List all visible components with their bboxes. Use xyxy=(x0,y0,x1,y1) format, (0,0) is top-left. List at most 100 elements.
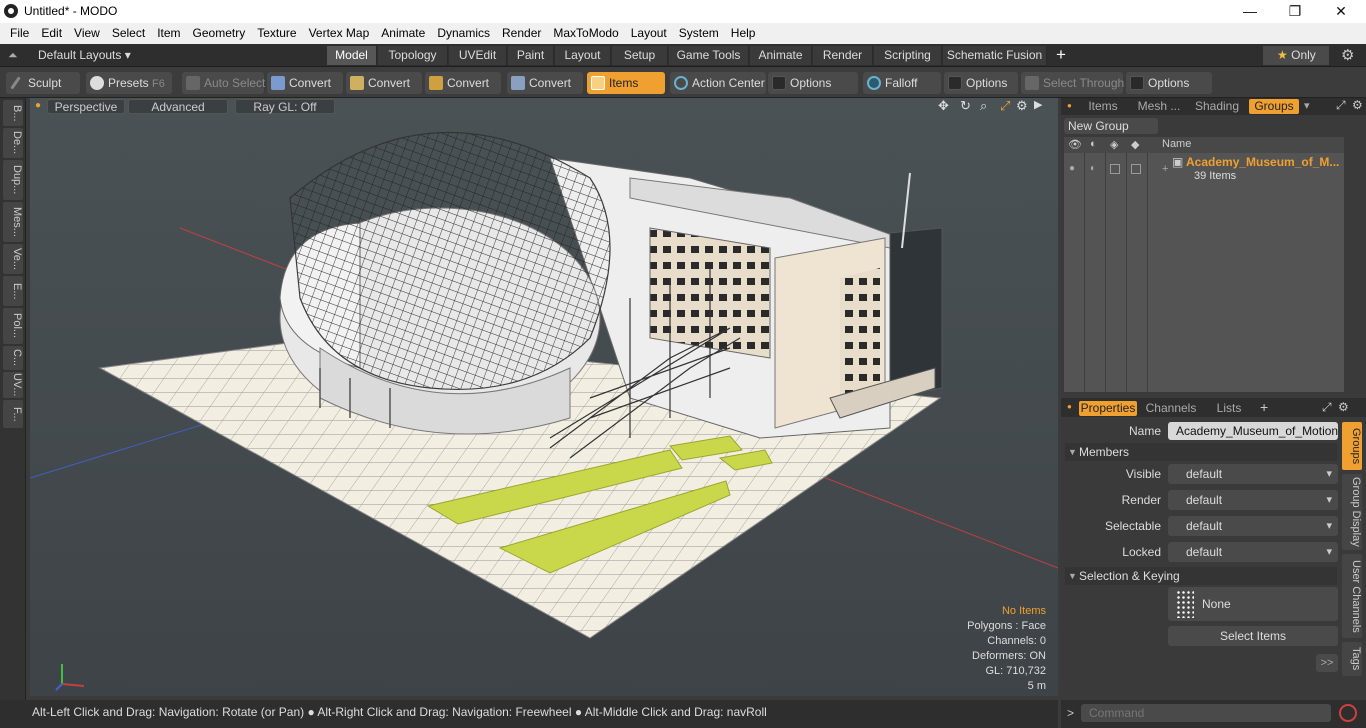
vtab-user-channels[interactable]: User Channels xyxy=(1342,554,1362,638)
select-through-button[interactable]: Select Through xyxy=(1021,72,1124,94)
select-items-button[interactable]: Select Items xyxy=(1168,626,1338,646)
viewport-gear-icon[interactable]: ⚙ xyxy=(1016,98,1028,114)
tab-scripting[interactable]: Scripting xyxy=(874,46,942,65)
row-eye-icon[interactable]: ● xyxy=(1069,163,1075,174)
tabs-dropdown-icon[interactable]: ▾ xyxy=(1304,99,1310,112)
menu-edit[interactable]: Edit xyxy=(35,23,68,44)
falloff-button[interactable]: Falloff xyxy=(863,72,941,94)
left-tab-deform[interactable]: De... xyxy=(3,128,23,158)
menu-dynamics[interactable]: Dynamics xyxy=(431,23,496,44)
selectable-dropdown[interactable]: default xyxy=(1168,516,1338,536)
minimize-button[interactable]: — xyxy=(1240,2,1260,20)
add-tab-button[interactable]: + xyxy=(1260,399,1268,415)
action-center-button[interactable]: Action Center xyxy=(670,72,766,94)
menu-geometry[interactable]: Geometry xyxy=(187,23,252,44)
tab-mesh[interactable]: Mesh ... xyxy=(1131,99,1187,114)
group-name[interactable]: Academy_Museum_of_M... xyxy=(1186,155,1339,169)
left-tab-edge[interactable]: E... xyxy=(3,276,23,306)
menu-select[interactable]: Select xyxy=(106,23,151,44)
view-perspective-button[interactable]: Perspective xyxy=(47,99,125,114)
pan-icon[interactable]: ✥ xyxy=(938,98,949,114)
fit-icon[interactable]: ⤢ xyxy=(1000,98,1010,114)
tab-animate[interactable]: Animate xyxy=(750,46,812,65)
advanced-shading-button[interactable]: Advanced xyxy=(128,99,228,114)
add-tab-button[interactable]: + xyxy=(1056,45,1066,65)
record-icon[interactable] xyxy=(1339,704,1357,722)
command-input[interactable] xyxy=(1081,704,1331,722)
tab-setup[interactable]: Setup xyxy=(612,46,668,65)
left-tab-basic[interactable]: B... xyxy=(3,100,23,126)
layout-arrow-icon[interactable]: ⏶ xyxy=(8,48,18,63)
menu-view[interactable]: View xyxy=(68,23,106,44)
items-button[interactable]: Items xyxy=(587,72,665,94)
render-icon[interactable]: ◐ xyxy=(1090,138,1097,150)
menu-maxtomodo[interactable]: MaxToModo xyxy=(547,23,624,44)
maximize-button[interactable]: ❐ xyxy=(1285,2,1305,20)
lock-icon[interactable]: ◈ xyxy=(1110,138,1118,151)
left-tab-fusion[interactable]: F... xyxy=(3,400,23,428)
menu-item[interactable]: Item xyxy=(151,23,186,44)
auto-select-button[interactable]: Auto Select xyxy=(182,72,265,94)
menu-help[interactable]: Help xyxy=(725,23,762,44)
none-selection-button[interactable]: None xyxy=(1168,587,1338,621)
tab-shading[interactable]: Shading xyxy=(1191,99,1243,114)
left-tab-vertex[interactable]: Ve... xyxy=(3,244,23,274)
vtab-tags[interactable]: Tags xyxy=(1342,642,1362,676)
visible-dropdown[interactable]: default xyxy=(1168,464,1338,484)
raygl-button[interactable]: Ray GL: Off xyxy=(235,99,335,114)
panel-expand-icon[interactable]: ⤢ xyxy=(1322,400,1332,415)
left-tab-mesh-edit[interactable]: Mes... xyxy=(3,202,23,242)
tab-groups[interactable]: Groups xyxy=(1249,99,1299,114)
options-button-1[interactable]: Options xyxy=(768,72,858,94)
tab-items[interactable]: Items xyxy=(1081,99,1125,114)
menu-render[interactable]: Render xyxy=(496,23,547,44)
options-button-2[interactable]: Options xyxy=(944,72,1018,94)
only-toggle[interactable]: ★ Only xyxy=(1263,46,1329,65)
tab-paint[interactable]: Paint xyxy=(508,46,554,65)
panel-gear-icon[interactable]: ⚙ xyxy=(1352,98,1363,112)
menu-layout[interactable]: Layout xyxy=(625,23,673,44)
gear-icon[interactable]: ⚙ xyxy=(1341,46,1354,64)
left-tab-polygon[interactable]: Pol... xyxy=(3,308,23,344)
vtab-groups[interactable]: Groups xyxy=(1342,422,1362,470)
menu-texture[interactable]: Texture xyxy=(251,23,302,44)
locked-dropdown[interactable]: default xyxy=(1168,542,1338,562)
selection-keying-section[interactable]: ▼ Selection & Keying xyxy=(1065,567,1337,585)
group-row[interactable]: ● ◐ + ▣ Academy_Museum_of_M... 39 Items xyxy=(1064,155,1344,185)
menu-system[interactable]: System xyxy=(673,23,725,44)
viewport-dot-icon[interactable]: ● xyxy=(35,100,41,111)
menu-file[interactable]: File xyxy=(4,23,35,44)
row-render-icon[interactable]: ◐ xyxy=(1090,163,1096,174)
tab-channels[interactable]: Channels xyxy=(1143,401,1199,416)
tab-lists[interactable]: Lists xyxy=(1206,401,1252,416)
options-button-3[interactable]: Options xyxy=(1126,72,1212,94)
tab-render[interactable]: Render xyxy=(813,46,873,65)
expand-plus-icon[interactable]: + xyxy=(1162,163,1168,175)
visibility-eye-icon[interactable]: 👁 xyxy=(1068,138,1082,151)
sculpt-button[interactable]: Sculpt xyxy=(6,72,80,94)
name-column-header[interactable]: Name xyxy=(1162,138,1191,150)
tab-layout[interactable]: Layout xyxy=(555,46,611,65)
presets-button[interactable]: Presets F6 xyxy=(86,72,172,94)
left-tab-duplicate[interactable]: Dup... xyxy=(3,160,23,200)
tab-schematic-fusion[interactable]: Schematic Fusion xyxy=(943,46,1047,65)
default-layouts-dropdown[interactable]: Default Layouts ▾ xyxy=(38,48,131,62)
rotate-icon[interactable]: ↻ xyxy=(960,98,971,114)
menu-vertex-map[interactable]: Vertex Map xyxy=(303,23,376,44)
convert-button-1[interactable]: Convert xyxy=(267,72,343,94)
zoom-icon[interactable]: ⌕ xyxy=(980,98,987,114)
viewport-expand-icon[interactable]: ▶ xyxy=(1034,98,1042,111)
convert-button-4[interactable]: Convert xyxy=(507,72,583,94)
3d-viewport[interactable]: ● Perspective Advanced Ray GL: Off ✥ ↻ ⌕… xyxy=(30,98,1058,696)
expand-more-button[interactable]: >> xyxy=(1316,654,1338,672)
render-dropdown[interactable]: default xyxy=(1168,490,1338,510)
new-group-button[interactable]: New Group xyxy=(1064,118,1158,134)
tab-model[interactable]: Model xyxy=(327,46,377,65)
row-select-checkbox[interactable] xyxy=(1131,164,1141,174)
tab-uvedit[interactable]: UVEdit xyxy=(449,46,507,65)
convert-button-2[interactable]: Convert xyxy=(346,72,422,94)
convert-button-3[interactable]: Convert xyxy=(425,72,501,94)
left-tab-curve[interactable]: C... xyxy=(3,346,23,370)
tab-game-tools[interactable]: Game Tools xyxy=(669,46,749,65)
close-button[interactable]: ✕ xyxy=(1331,2,1351,20)
